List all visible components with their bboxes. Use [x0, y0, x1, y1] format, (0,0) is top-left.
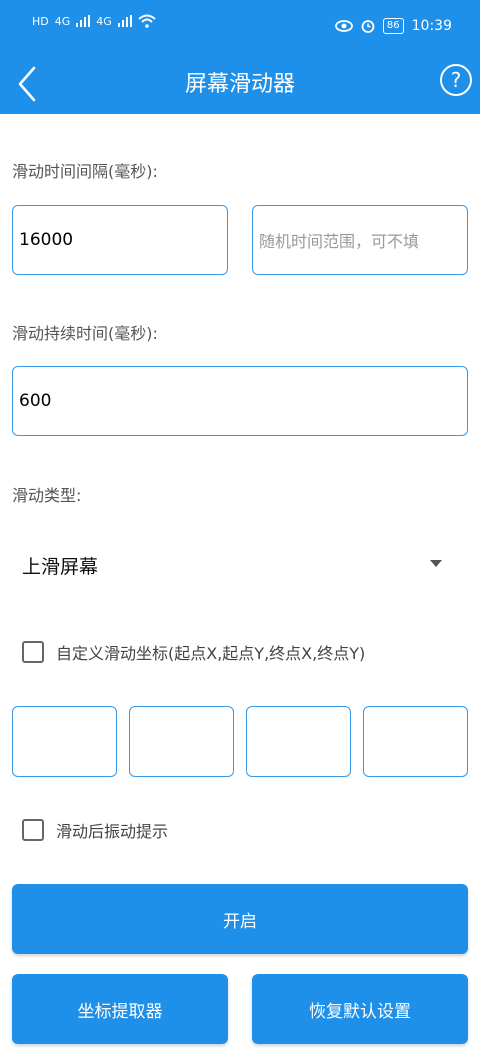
duration-input[interactable]: 600 [12, 366, 468, 436]
end-x-input[interactable] [246, 706, 351, 777]
duration-label: 滑动持续时间(毫秒): [12, 324, 158, 343]
help-button[interactable]: ? [440, 64, 472, 96]
swipe-type-value: 上滑屏幕 [22, 556, 99, 578]
custom-coords-label: 自定义滑动坐标(起点X,起点Y,终点X,终点Y) [56, 644, 366, 663]
interval-label: 滑动时间间隔(毫秒): [12, 162, 158, 181]
custom-coords-checkbox[interactable] [22, 641, 44, 663]
random-range-input[interactable]: 随机时间范围，可不填 [252, 205, 468, 275]
status-left: HD 4G 4G [32, 14, 156, 28]
start-button[interactable]: 开启 [12, 884, 468, 954]
clock: 10:39 [411, 18, 452, 34]
swipe-type-select[interactable]: 上滑屏幕 [12, 535, 468, 593]
start-y-input[interactable] [129, 706, 234, 777]
swipe-type-label: 滑动类型: [12, 486, 82, 505]
wifi-icon [138, 14, 156, 28]
signal-badge-3: 4G [96, 14, 112, 28]
signal-bars-icon-2 [117, 15, 132, 27]
vibrate-checkbox[interactable] [22, 819, 44, 841]
end-y-input[interactable] [363, 706, 468, 777]
coord-picker-button[interactable]: 坐标提取器 [12, 974, 228, 1044]
dropdown-arrow-icon [430, 560, 442, 567]
signal-badge-1: HD [32, 14, 49, 28]
app-bar: 屏幕滑动器 ? [0, 56, 480, 114]
vibrate-option[interactable]: 滑动后振动提示 [22, 817, 168, 843]
alarm-icon [361, 20, 375, 33]
help-icon: ? [450, 68, 462, 92]
eye-icon [335, 20, 353, 32]
battery-icon: 86 [382, 18, 404, 34]
signal-badge-2: 4G [54, 14, 71, 28]
interval-input[interactable]: 16000 [12, 205, 228, 275]
vibrate-label: 滑动后振动提示 [56, 822, 169, 841]
start-x-input[interactable] [12, 706, 117, 777]
status-bar: HD 4G 4G 86 10:39 [0, 0, 480, 56]
page-title: 屏幕滑动器 [184, 72, 295, 97]
custom-coords-option[interactable]: 自定义滑动坐标(起点X,起点Y,终点X,终点Y) [22, 639, 365, 665]
signal-bars-icon [76, 15, 91, 27]
status-right: 86 10:39 [335, 18, 452, 34]
reset-defaults-button[interactable]: 恢复默认设置 [252, 974, 468, 1044]
